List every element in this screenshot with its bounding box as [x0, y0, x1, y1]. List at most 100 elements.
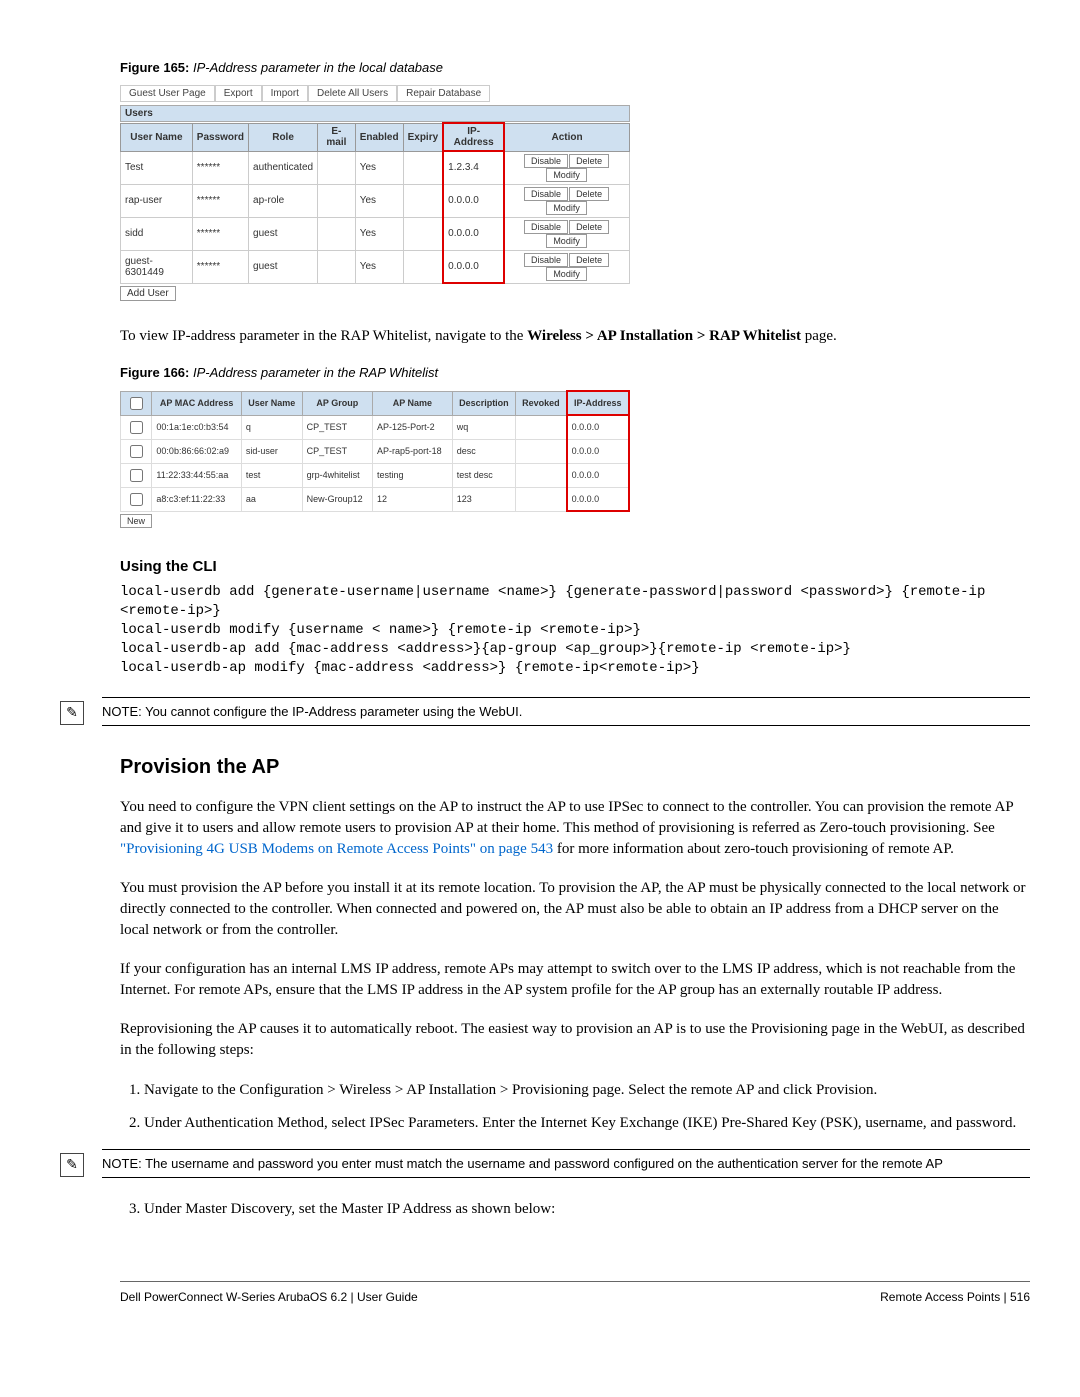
disable-button[interactable]: Disable — [524, 220, 568, 234]
col-desc: Description — [452, 391, 515, 415]
cell-enabled: Yes — [355, 184, 403, 217]
table-row: Test ****** authenticated Yes 1.2.3.4 Di… — [121, 151, 630, 184]
cell-group: CP_TEST — [302, 415, 372, 439]
tab-repair-db[interactable]: Repair Database — [397, 85, 490, 102]
cell-check — [121, 487, 152, 511]
footer-left: Dell PowerConnect W-Series ArubaOS 6.2 |… — [120, 1290, 418, 1304]
note-2-text: NOTE: The username and password you ente… — [102, 1149, 1030, 1178]
delete-button[interactable]: Delete — [569, 253, 609, 267]
cell-email — [318, 217, 356, 250]
col-role: Role — [249, 123, 318, 151]
text: for more information about zero-touch pr… — [553, 841, 954, 857]
checkbox-row[interactable] — [130, 469, 143, 482]
delete-button[interactable]: Delete — [569, 154, 609, 168]
checkbox-row[interactable] — [130, 493, 143, 506]
text: page. — [801, 328, 837, 344]
modify-button[interactable]: Modify — [546, 267, 587, 281]
cell-user: sid-user — [241, 439, 302, 463]
tab-import[interactable]: Import — [262, 85, 308, 102]
cell-user: Test — [121, 151, 193, 184]
disable-button[interactable]: Disable — [524, 187, 568, 201]
cell-email — [318, 151, 356, 184]
disable-button[interactable]: Disable — [524, 253, 568, 267]
heading-using-cli: Using the CLI — [120, 558, 1030, 575]
cell-rev — [516, 439, 567, 463]
cell-check — [121, 463, 152, 487]
col-ip-address: IP-Address — [443, 123, 504, 151]
cell-ip: 0.0.0.0 — [567, 415, 629, 439]
text: Navigate to the — [144, 1082, 239, 1098]
tab-delete-all[interactable]: Delete All Users — [308, 85, 397, 102]
cell-pass: ****** — [192, 250, 248, 283]
cell-user: sidd — [121, 217, 193, 250]
table-row: sidd ****** guest Yes 0.0.0.0 DisableDel… — [121, 217, 630, 250]
cell-enabled: Yes — [355, 217, 403, 250]
tab-export[interactable]: Export — [215, 85, 262, 102]
modify-button[interactable]: Modify — [546, 201, 587, 215]
provision-para-4: Reprovisioning the AP causes it to autom… — [120, 1019, 1030, 1061]
link-provisioning-4g[interactable]: "Provisioning 4G USB Modems on Remote Ac… — [120, 841, 553, 857]
modify-button[interactable]: Modify — [546, 168, 587, 182]
cell-ip: 0.0.0.0 — [443, 250, 504, 283]
col-group: AP Group — [302, 391, 372, 415]
table-row: 11:22:33:44:55:aa test grp-4whitelist te… — [121, 463, 630, 487]
disable-button[interactable]: Disable — [524, 154, 568, 168]
page-footer: Dell PowerConnect W-Series ArubaOS 6.2 |… — [120, 1281, 1030, 1304]
provision-para-1: You need to configure the VPN client set… — [120, 797, 1030, 860]
cell-ip: 0.0.0.0 — [567, 463, 629, 487]
cell-ip: 0.0.0.0 — [567, 439, 629, 463]
cell-desc: wq — [452, 415, 515, 439]
col-user: User Name — [241, 391, 302, 415]
new-button[interactable]: New — [120, 514, 152, 528]
rap-whitelist-table: AP MAC Address User Name AP Group AP Nam… — [120, 390, 630, 512]
text: You need to configure the VPN client set… — [120, 799, 1013, 836]
cell-name: AP-125-Port-2 — [373, 415, 453, 439]
cell-enabled: Yes — [355, 250, 403, 283]
cell-rev — [516, 487, 567, 511]
table-row: 00:1a:1e:c0:b3:54 q CP_TEST AP-125-Port-… — [121, 415, 630, 439]
col-enabled: Enabled — [355, 123, 403, 151]
delete-button[interactable]: Delete — [569, 187, 609, 201]
fig165-text: IP-Address parameter in the local databa… — [189, 60, 443, 75]
tab-guest-user[interactable]: Guest User Page — [120, 85, 215, 102]
cell-name: AP-rap5-port-18 — [373, 439, 453, 463]
col-user-name: User Name — [121, 123, 193, 151]
cell-name: testing — [373, 463, 453, 487]
cell-actions: DisableDeleteModify — [504, 250, 629, 283]
checkbox-row[interactable] — [130, 445, 143, 458]
col-name: AP Name — [373, 391, 453, 415]
checkbox-row[interactable] — [130, 421, 143, 434]
provision-steps-cont: Under Master Discovery, set the Master I… — [120, 1198, 1030, 1221]
users-bar: Users — [120, 105, 630, 122]
nav-path: Wireless > AP Installation > RAP Whiteli… — [527, 328, 801, 344]
cell-group: New-Group12 — [302, 487, 372, 511]
paragraph-rap-whitelist: To view IP-address parameter in the RAP … — [120, 326, 1030, 347]
figure-165-caption: Figure 165: IP-Address parameter in the … — [120, 60, 1030, 75]
nav-path: Configuration > Wireless > AP Installati… — [239, 1082, 588, 1098]
cell-ip: 0.0.0.0 — [567, 487, 629, 511]
delete-button[interactable]: Delete — [569, 220, 609, 234]
note-1-text: NOTE: You cannot configure the IP-Addres… — [102, 697, 1030, 726]
col-password: Password — [192, 123, 248, 151]
provision-steps: Navigate to the Configuration > Wireless… — [120, 1079, 1030, 1134]
cell-desc: desc — [452, 439, 515, 463]
modify-button[interactable]: Modify — [546, 234, 587, 248]
cell-desc: 123 — [452, 487, 515, 511]
figure-166: AP MAC Address User Name AP Group AP Nam… — [120, 390, 630, 528]
col-revoked: Revoked — [516, 391, 567, 415]
fig166-text: IP-Address parameter in the RAP Whitelis… — [189, 365, 438, 380]
note-2: ✎ NOTE: The username and password you en… — [60, 1149, 1030, 1178]
col-mac: AP MAC Address — [152, 391, 241, 415]
checkbox-all[interactable] — [130, 397, 143, 410]
figure-165: Guest User Page Export Import Delete All… — [120, 85, 630, 301]
provision-para-2: You must provision the AP before you ins… — [120, 878, 1030, 941]
cell-actions: DisableDeleteModify — [504, 184, 629, 217]
col-ip: IP-Address — [567, 391, 629, 415]
add-user-button[interactable]: Add User — [120, 286, 176, 301]
pencil-icon: ✎ — [60, 1153, 84, 1177]
cell-pass: ****** — [192, 217, 248, 250]
cell-group: grp-4whitelist — [302, 463, 372, 487]
cell-check — [121, 415, 152, 439]
cell-actions: DisableDeleteModify — [504, 217, 629, 250]
cell-email — [318, 184, 356, 217]
